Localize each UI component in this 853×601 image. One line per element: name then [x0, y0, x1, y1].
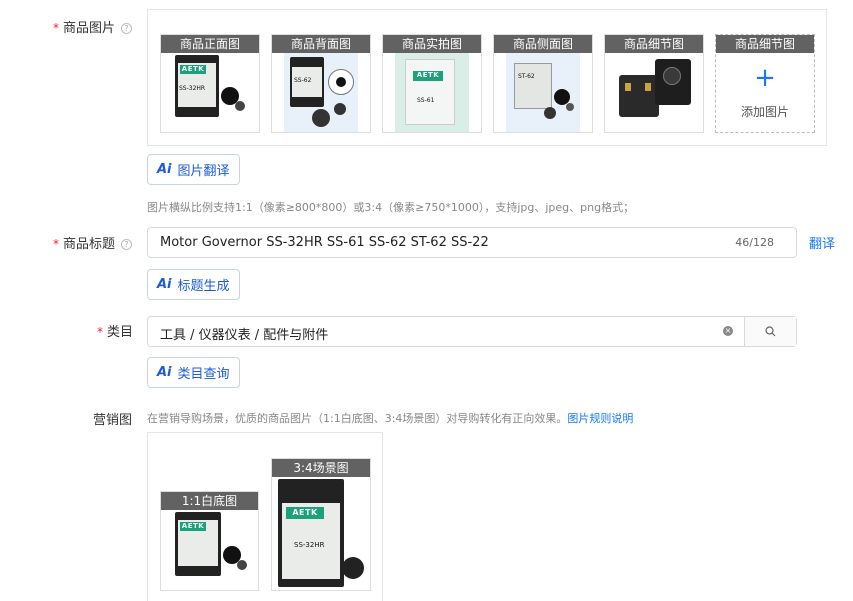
image-rules-link[interactable]: 图片规则说明 — [567, 412, 633, 425]
clear-icon[interactable]: × — [723, 326, 733, 336]
plus-icon: + — [754, 63, 776, 93]
marketing-images-panel: 1:1白底图 AETK 3:4场景图 AETK SS-32HR — [147, 432, 383, 601]
brand-logo: AETK — [180, 522, 206, 531]
image-slot-back[interactable]: 商品背面图 SS-62 — [271, 34, 371, 133]
image-slot-real-shot[interactable]: 商品实拍图 AETK SS-61 — [382, 34, 482, 133]
marketing-images-label: 营销图 — [93, 413, 133, 428]
title-generate-button[interactable]: Ai 标题生成 — [147, 269, 240, 300]
image-slot-caption: 商品背面图 — [272, 35, 370, 53]
category-query-button[interactable]: Ai 类目查询 — [147, 357, 240, 388]
image-slot-caption: 3:4场景图 — [272, 459, 370, 477]
search-icon — [765, 326, 776, 337]
image-slot-caption: 商品侧面图 — [494, 35, 592, 53]
image-slot-side[interactable]: 商品侧面图 ST-62 — [493, 34, 593, 133]
model-label: SS-61 — [417, 97, 435, 104]
product-title-label: * 商品标题? — [53, 233, 133, 252]
model-label: SS-32HR — [179, 85, 206, 92]
ai-icon: Ai — [157, 277, 172, 292]
product-title-value: Motor Governor SS-32HR SS-61 SS-62 ST-62… — [160, 235, 489, 250]
image-slot-caption: 商品实拍图 — [383, 35, 481, 53]
marketing-slot-square[interactable]: 1:1白底图 AETK — [160, 491, 259, 591]
image-slot-caption: 商品正面图 — [161, 35, 259, 53]
brand-logo: AETK — [413, 71, 443, 81]
product-images-panel: 商品正面图 AETK SS-32HR 商品背面图 SS-62 商品实拍图 AET… — [147, 9, 827, 146]
image-slot-caption: 1:1白底图 — [161, 492, 258, 510]
ai-icon: Ai — [157, 365, 172, 380]
product-images-label: * 商品图片? — [53, 17, 133, 36]
ai-icon: Ai — [157, 162, 172, 177]
brand-logo: AETK — [286, 507, 324, 519]
title-translate-link[interactable]: 翻译 — [809, 233, 835, 252]
image-translate-button[interactable]: Ai 图片翻译 — [147, 154, 240, 185]
category-label: * 类目 — [97, 325, 134, 340]
image-slot-detail[interactable]: 商品细节图 — [604, 34, 704, 133]
char-count: 46/128 — [735, 236, 774, 249]
product-photo: AETK SS-32HR — [272, 459, 370, 590]
question-circle-icon[interactable]: ? — [121, 239, 133, 250]
category-select[interactable]: 工具 / 仪器仪表 / 配件与附件 × — [147, 316, 797, 347]
product-title-input[interactable]: Motor Governor SS-32HR SS-61 SS-62 ST-62… — [147, 227, 797, 258]
image-format-hint: 图片横纵比例支持1:1（像素≥800*800）或3:4（像素≥750*1000）… — [147, 201, 635, 214]
question-circle-icon[interactable]: ? — [121, 23, 133, 34]
add-image-label: 添加图片 — [740, 105, 789, 119]
category-search-button[interactable] — [744, 317, 796, 346]
add-image-slot[interactable]: 商品细节图 + 添加图片 — [715, 34, 815, 133]
brand-logo: AETK — [180, 65, 206, 74]
model-label: SS-32HR — [294, 541, 325, 549]
model-label: ST-62 — [518, 73, 535, 80]
marketing-slot-portrait[interactable]: 3:4场景图 AETK SS-32HR — [271, 458, 371, 591]
model-label: SS-62 — [294, 77, 312, 84]
image-slot-front[interactable]: 商品正面图 AETK SS-32HR — [160, 34, 260, 133]
image-slot-caption: 商品细节图 — [605, 35, 703, 53]
category-value: 工具 / 仪器仪表 / 配件与附件 — [160, 328, 329, 343]
image-slot-caption: 商品细节图 — [716, 35, 814, 53]
marketing-hint: 在营销导购场景，优质的商品图片（1:1白底图、3:4场景图）对导购转化有正向效果… — [147, 412, 634, 425]
